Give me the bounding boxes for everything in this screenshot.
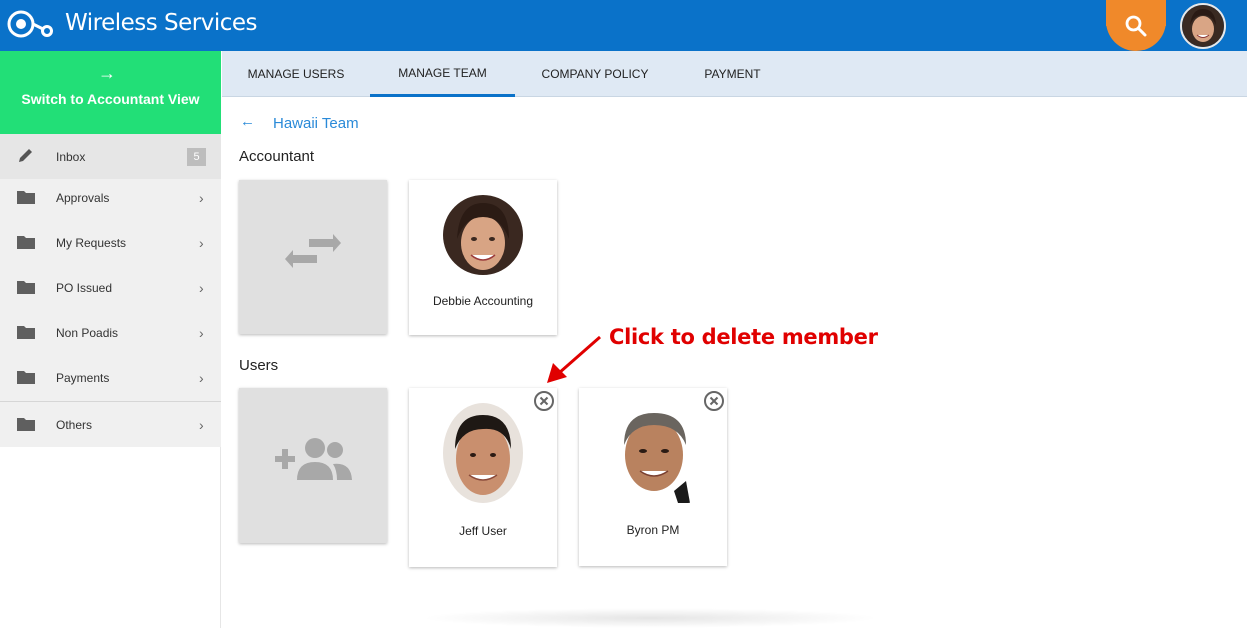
member-name: Debbie Accounting [432, 294, 534, 308]
sidebar-item-payments[interactable]: Payments › [0, 355, 221, 400]
chevron-right-icon: › [199, 369, 204, 386]
sidebar-item-label: Others [56, 417, 93, 432]
tab-bar: MANAGE USERS MANAGE TEAM COMPANY POLICY … [222, 51, 1247, 97]
add-users-card[interactable] [239, 388, 387, 543]
folder-icon [17, 418, 35, 431]
change-accountant-card[interactable] [239, 180, 387, 334]
sidebar-item-approvals[interactable]: Approvals › [0, 175, 221, 220]
chevron-right-icon: › [199, 324, 204, 341]
sidebar-item-label: Payments [56, 370, 110, 385]
folder-icon [17, 326, 35, 339]
pencil-icon [19, 149, 32, 162]
top-bar: Wireless Services [0, 0, 1247, 51]
chevron-right-icon: › [199, 234, 204, 251]
sidebar: → Switch to Accountant View Inbox 5 Appr… [0, 51, 221, 628]
accountant-section-title: Accountant [239, 148, 315, 165]
sidebar-item-label: PO Issued [56, 280, 113, 295]
member-photo [616, 403, 694, 503]
member-card-user: Byron PM [579, 388, 727, 566]
team-name-link[interactable]: Hawaii Team [273, 115, 359, 132]
sidebar-item-label: Approvals [56, 190, 110, 205]
back-arrow-icon[interactable]: ← [240, 113, 255, 130]
tab-manage-users[interactable]: MANAGE USERS [222, 51, 370, 97]
logo-icon [7, 10, 53, 38]
inbox-count-badge: 5 [187, 148, 206, 166]
folder-icon [17, 236, 35, 249]
sidebar-item-inbox[interactable]: Inbox 5 [0, 134, 221, 179]
delete-member-icon[interactable] [533, 390, 555, 412]
chevron-right-icon: › [199, 416, 204, 433]
sidebar-item-label: Non Poadis [56, 325, 119, 340]
sidebar-item-label: My Requests [56, 235, 127, 250]
member-card-accountant: Debbie Accounting [409, 180, 557, 335]
bottom-shadow [420, 608, 880, 628]
tab-company-policy[interactable]: COMPANY POLICY [515, 51, 675, 97]
tab-manage-team[interactable]: MANAGE TEAM [370, 51, 515, 97]
swap-arrows-icon [285, 234, 341, 268]
member-name: Byron PM [626, 523, 680, 537]
sidebar-item-others[interactable]: Others › [0, 402, 221, 447]
add-group-icon [275, 438, 352, 480]
sidebar-item-non-poadis[interactable]: Non Poadis › [0, 310, 221, 355]
main-content: ← Hawaii Team Accountant Debbie Accounti… [222, 97, 1247, 628]
member-name: Jeff User [459, 524, 507, 538]
arrow-right-icon: → [98, 63, 116, 83]
annotation-text: Click to delete member [609, 325, 878, 349]
sidebar-item-label: Inbox [56, 149, 86, 164]
app-title: Wireless Services [65, 10, 258, 36]
search-icon [1125, 15, 1147, 36]
sidebar-item-my-requests[interactable]: My Requests › [0, 220, 221, 265]
member-photo [443, 195, 523, 275]
user-avatar[interactable] [1180, 3, 1226, 49]
avatar-image [1182, 5, 1224, 47]
chevron-right-icon: › [199, 189, 204, 206]
users-section-title: Users [239, 357, 279, 374]
switch-view-button[interactable]: → Switch to Accountant View [0, 51, 221, 134]
chevron-right-icon: › [199, 279, 204, 296]
folder-icon [17, 371, 35, 384]
annotation-arrow-icon [547, 335, 601, 383]
folder-icon [17, 281, 35, 294]
switch-view-label: Switch to Accountant View [21, 91, 200, 107]
folder-icon [17, 191, 35, 204]
sidebar-item-po-issued[interactable]: PO Issued › [0, 265, 221, 310]
delete-member-icon[interactable] [703, 390, 725, 412]
tab-payment[interactable]: PAYMENT [675, 51, 790, 97]
member-card-user: Jeff User [409, 388, 557, 567]
sidebar-empty-area [0, 447, 221, 628]
member-photo [443, 403, 523, 503]
search-button[interactable] [1106, 0, 1166, 51]
